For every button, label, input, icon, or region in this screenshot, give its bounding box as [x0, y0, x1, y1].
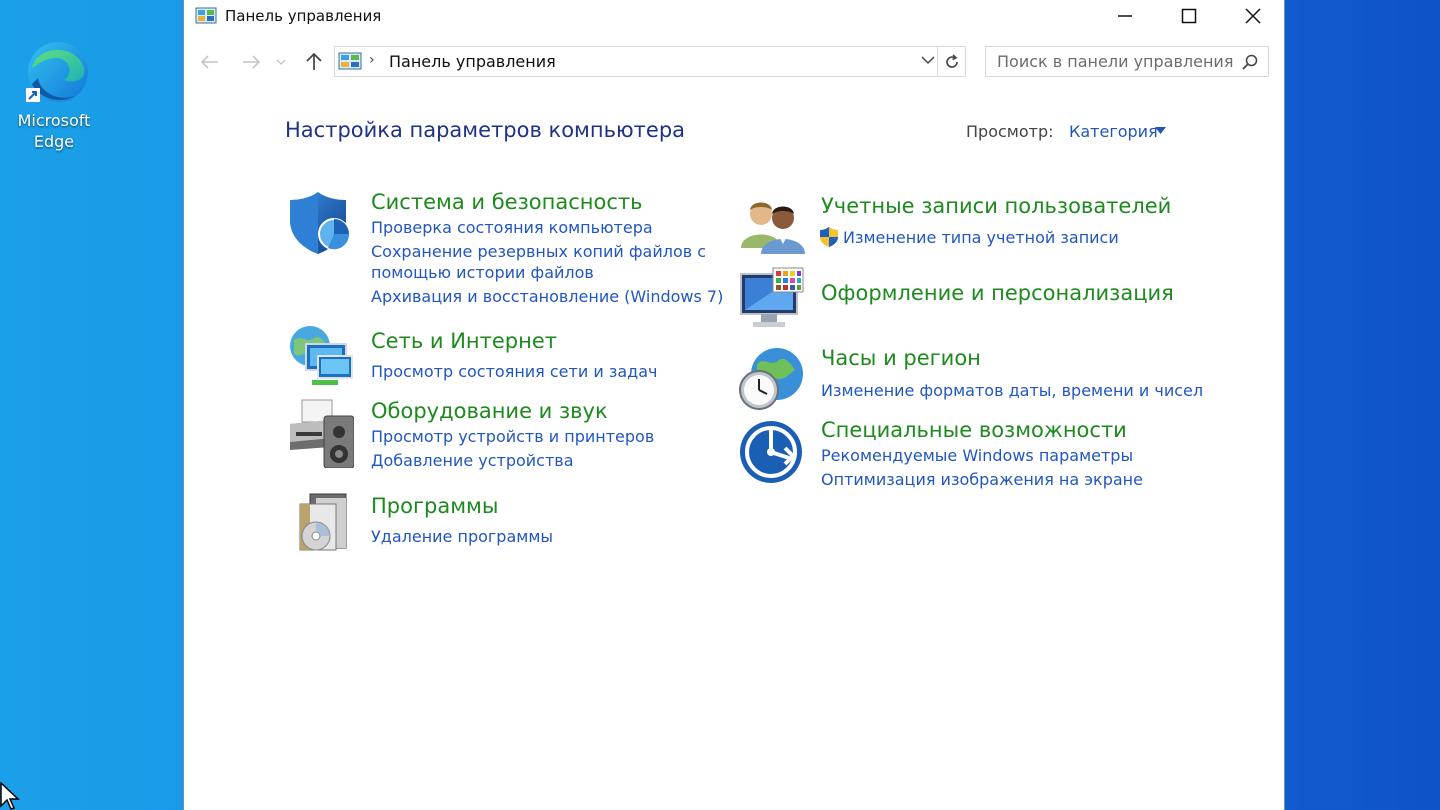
view-label: Просмотр: [966, 122, 1054, 141]
arrow-right-icon [243, 55, 260, 69]
category-system-security: Система и безопасность Проверка состояни… [288, 190, 723, 310]
category-title-network[interactable]: Сеть и Интернет [371, 329, 557, 353]
caret-down-icon[interactable] [1155, 127, 1166, 134]
recent-locations-button[interactable] [274, 48, 288, 76]
search-icon[interactable] [1242, 54, 1258, 70]
maximize-icon [1181, 8, 1197, 24]
link-uninstall-program[interactable]: Удаление программы [371, 526, 553, 547]
minimize-icon [1118, 15, 1132, 17]
control-panel-window: Панель управления › Панель управления По… [183, 0, 1285, 810]
category-title-hardware[interactable]: Оборудование и звук [371, 399, 608, 423]
network-icon[interactable] [288, 324, 354, 388]
category-title-programs[interactable]: Программы [371, 494, 498, 518]
uac-shield-icon [820, 227, 838, 247]
category-title-system[interactable]: Система и безопасность [371, 190, 642, 214]
close-icon [1245, 8, 1261, 24]
category-accessibility: Специальные возможности Рекомендуемые Wi… [739, 418, 1179, 490]
view-mode-dropdown[interactable]: Категория [1069, 122, 1158, 141]
link-devices-printers[interactable]: Просмотр устройств и принтеров [371, 426, 654, 447]
link-optimize-display[interactable]: Оптимизация изображения на экране [821, 469, 1143, 490]
category-programs: Программы Удаление программы [288, 490, 708, 556]
navigation-bar: › Панель управления [184, 46, 1284, 78]
edge-icon [26, 42, 88, 102]
ease-of-access-icon[interactable] [739, 418, 805, 484]
category-user-accounts: Учетные записи пользователей Изменение т… [739, 192, 1179, 258]
control-panel-icon [195, 7, 217, 24]
link-add-device[interactable]: Добавление устройства [371, 450, 574, 471]
link-check-status[interactable]: Проверка состояния компьютера [371, 217, 653, 238]
breadcrumb-separator[interactable]: › [369, 52, 375, 68]
chevron-down-icon [276, 59, 286, 65]
link-network-status[interactable]: Просмотр состояния сети и задач [371, 361, 657, 382]
up-button[interactable] [300, 48, 328, 76]
arrow-up-icon [306, 53, 322, 70]
category-network: Сеть и Интернет Просмотр состояния сети … [288, 324, 708, 385]
refresh-button[interactable] [937, 47, 965, 76]
link-file-history-2[interactable]: помощью истории файлов [371, 262, 594, 283]
maximize-button[interactable] [1157, 0, 1221, 32]
category-title-users[interactable]: Учетные записи пользователей [821, 194, 1171, 218]
window-title: Панель управления [225, 7, 382, 25]
category-title-appearance[interactable]: Оформление и персонализация [821, 281, 1174, 305]
breadcrumb-current[interactable]: Панель управления [389, 52, 556, 71]
desktop-icon-label-2: Edge [33, 132, 75, 151]
link-change-account-type[interactable]: Изменение типа учетной записи [843, 227, 1119, 248]
link-date-time-formats[interactable]: Изменение форматов даты, времени и чисел [821, 380, 1203, 401]
link-file-history[interactable]: Сохранение резервных копий файлов с [371, 241, 706, 262]
link-recommended-settings[interactable]: Рекомендуемые Windows параметры [821, 445, 1133, 466]
users-icon[interactable] [739, 192, 805, 256]
desktop-icon-edge[interactable]: Microsoft Edge [10, 38, 98, 152]
refresh-icon [945, 53, 958, 68]
search-input[interactable] [986, 47, 1236, 76]
category-title-clock[interactable]: Часы и регион [821, 346, 981, 370]
desktop-icon-label: Microsoft [17, 111, 91, 130]
category-clock-region: Часы и регион Изменение форматов даты, в… [739, 346, 1203, 412]
title-bar[interactable]: Панель управления [184, 0, 1284, 32]
personalization-icon[interactable] [739, 266, 805, 332]
category-title-accessibility[interactable]: Специальные возможности [821, 418, 1127, 442]
shield-icon[interactable] [288, 190, 352, 256]
forward-button[interactable] [237, 48, 265, 76]
chevron-down-icon[interactable] [921, 55, 935, 65]
address-bar[interactable]: › Панель управления [334, 46, 966, 77]
clock-globe-icon[interactable] [739, 346, 805, 412]
page-title: Настройка параметров компьютера [285, 118, 686, 142]
category-hardware: Оборудование и звук Просмотр устройств и… [288, 398, 708, 473]
close-button[interactable] [1221, 0, 1285, 32]
search-box[interactable] [985, 46, 1269, 77]
programs-icon[interactable] [288, 490, 354, 554]
arrow-left-icon [201, 55, 218, 69]
back-button[interactable] [196, 48, 224, 76]
mouse-cursor-icon [0, 782, 20, 810]
control-panel-icon [338, 52, 362, 70]
minimize-button[interactable] [1093, 0, 1157, 32]
printer-icon[interactable] [288, 398, 354, 468]
category-appearance: Оформление и персонализация [739, 266, 1179, 332]
link-backup-restore[interactable]: Архивация и восстановление (Windows 7) [371, 286, 723, 307]
